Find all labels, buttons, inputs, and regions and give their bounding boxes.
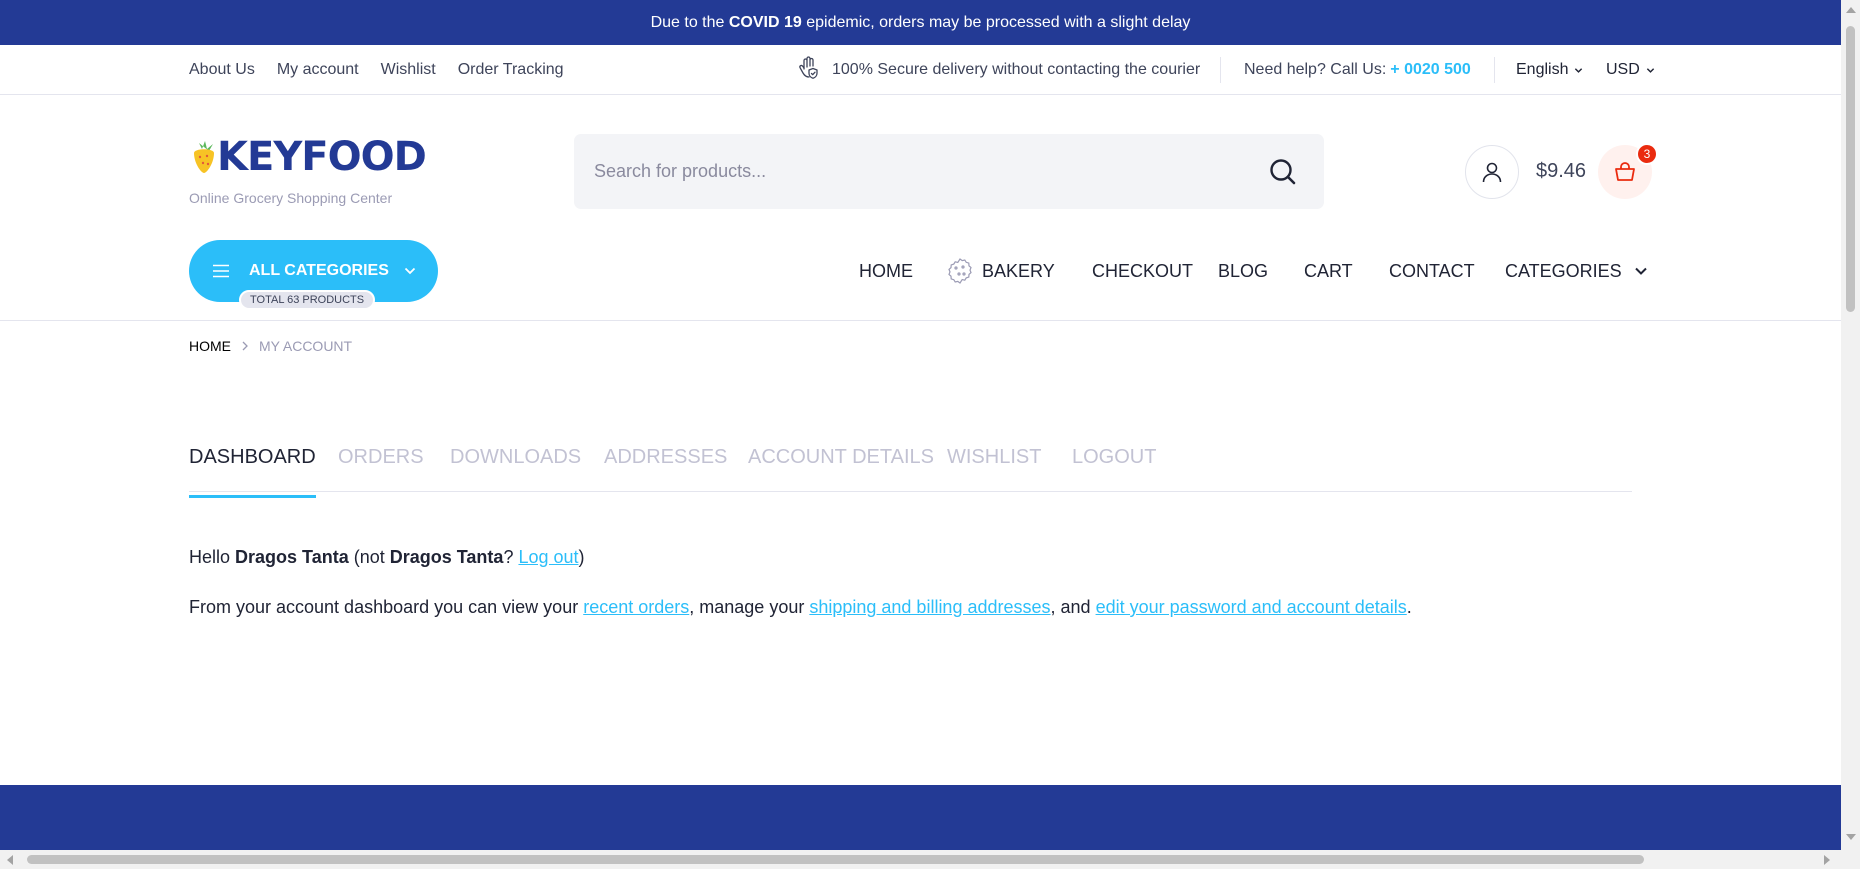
help-text: Need help? Call Us:: [1244, 61, 1387, 78]
scroll-up-arrow[interactable]: [1846, 7, 1856, 13]
all-categories-label: ALL CATEGORIES: [249, 262, 389, 279]
chevron-right-icon: [242, 341, 248, 351]
tab-orders[interactable]: ORDERS: [338, 446, 424, 498]
intro-end: .: [1406, 597, 1412, 617]
nav-bakery-label: BAKERY: [982, 260, 1055, 281]
nav-bakery[interactable]: BAKERY: [946, 250, 1055, 292]
cart-button[interactable]: 3: [1598, 143, 1658, 199]
logo-tagline: Online Grocery Shopping Center: [189, 190, 393, 206]
nav-contact[interactable]: CONTACT: [1389, 250, 1475, 292]
vertical-scroll-thumb[interactable]: [1846, 26, 1855, 312]
currency-value: USD: [1606, 61, 1640, 78]
strawberry-icon: [194, 141, 214, 173]
currency-select[interactable]: USD: [1606, 45, 1655, 95]
chevron-down-icon: [404, 267, 416, 275]
basket-icon: [1615, 162, 1635, 181]
user-icon: [1482, 162, 1502, 183]
header-divider: [0, 320, 1841, 321]
horizontal-scroll-thumb[interactable]: [27, 855, 1644, 864]
greeting-question: ?: [503, 547, 519, 567]
dashboard-content: Hello Dragos Tanta (not Dragos Tanta? Lo…: [189, 544, 1412, 620]
greeting-close: ): [578, 547, 585, 567]
divider: [1494, 57, 1495, 83]
total-products-badge: TOTAL 63 PRODUCTS: [239, 290, 376, 310]
search-input[interactable]: [594, 134, 1234, 209]
chevron-down-icon: [1646, 67, 1654, 73]
hamburger-icon: [213, 264, 229, 278]
addresses-link[interactable]: shipping and billing addresses: [809, 597, 1050, 617]
tab-addresses[interactable]: ADDRESSES: [604, 446, 727, 498]
link-order-tracking[interactable]: Order Tracking: [458, 61, 564, 79]
account-tabs: DASHBOARD ORDERS DOWNLOADS ADDRESSES ACC…: [189, 440, 1632, 498]
nav-categories-label: CATEGORIES: [1505, 260, 1622, 281]
horizontal-scrollbar[interactable]: [0, 850, 1860, 869]
greeting: Hello Dragos Tanta (not Dragos Tanta? Lo…: [189, 544, 1412, 570]
search-icon[interactable]: [1268, 157, 1298, 187]
intro-mid-2: , and: [1050, 597, 1096, 617]
chevron-down-icon: [1634, 267, 1647, 275]
header-top: About Us My account Wishlist Order Track…: [0, 45, 1841, 95]
announcement-highlight: COVID 19: [728, 13, 802, 31]
vertical-scrollbar[interactable]: [1841, 0, 1860, 850]
language-select[interactable]: English: [1516, 45, 1583, 95]
help-line: Need help? Call Us: + 0020 500: [1244, 45, 1471, 95]
page: Due to the COVID 19 epidemic, orders may…: [0, 0, 1860, 869]
scroll-down-arrow[interactable]: [1846, 834, 1856, 840]
nav-categories[interactable]: CATEGORIES: [1505, 250, 1656, 292]
footer-band: [0, 785, 1841, 850]
user-name-repeat: Dragos Tanta: [389, 547, 504, 567]
nav-blog[interactable]: BLOG: [1218, 250, 1268, 292]
dashboard-intro: From your account dashboard you can view…: [189, 594, 1412, 620]
help-phone[interactable]: + 0020 500: [1390, 61, 1471, 79]
divider: [1220, 57, 1221, 83]
tab-logout[interactable]: LOGOUT: [1072, 446, 1156, 498]
nav-checkout[interactable]: CHECKOUT: [1092, 250, 1193, 292]
tab-downloads[interactable]: DOWNLOADS: [450, 446, 581, 498]
all-categories-button[interactable]: ALL CATEGORIES TOTAL 63 PRODUCTS: [189, 240, 438, 310]
breadcrumb-current: MY ACCOUNT: [259, 338, 353, 354]
site-logo[interactable]: KEYFOOD Online Grocery Shopping Center: [189, 134, 427, 206]
breadcrumb: HOME MY ACCOUNT: [189, 336, 352, 356]
link-wishlist[interactable]: Wishlist: [381, 61, 436, 79]
search-bar: [574, 134, 1324, 209]
top-links: About Us My account Wishlist Order Track…: [189, 45, 564, 95]
logo-brand: KEYFOOD: [189, 134, 427, 180]
breadcrumb-home[interactable]: HOME: [189, 338, 231, 354]
scroll-left-arrow[interactable]: [7, 855, 13, 865]
greeting-hello: Hello: [189, 547, 236, 567]
intro-mid-1: , manage your: [689, 597, 810, 617]
link-my-account[interactable]: My account: [277, 61, 359, 79]
hand-shield-icon: [796, 55, 822, 86]
scroll-right-arrow[interactable]: [1824, 855, 1830, 865]
cart-count-badge: 3: [1636, 143, 1658, 165]
nav-home[interactable]: HOME: [859, 250, 913, 292]
logo-text: KEYFOOD: [217, 134, 427, 180]
intro-text: From your account dashboard you can view…: [189, 597, 584, 617]
greeting-not: (not: [348, 547, 390, 567]
announcement-suffix: epidemic, orders may be processed with a…: [801, 13, 1191, 31]
language-value: English: [1516, 61, 1569, 78]
link-about-us[interactable]: About Us: [189, 61, 255, 79]
announcement-prefix: Due to the: [650, 13, 729, 31]
logout-link[interactable]: Log out: [518, 547, 578, 567]
recent-orders-link[interactable]: recent orders: [583, 597, 689, 617]
announcement-bar: Due to the COVID 19 epidemic, orders may…: [0, 0, 1841, 45]
account-details-link[interactable]: edit your password and account details: [1096, 597, 1407, 617]
tab-dashboard[interactable]: DASHBOARD: [189, 446, 316, 498]
account-button[interactable]: [1465, 145, 1519, 199]
cart-total[interactable]: $9.46: [1536, 160, 1586, 183]
user-name: Dragos Tanta: [235, 547, 349, 567]
secure-delivery: 100% Secure delivery without contacting …: [796, 45, 1200, 95]
tab-wishlist[interactable]: WISHLIST: [947, 446, 1041, 498]
nav-cart[interactable]: CART: [1304, 250, 1353, 292]
tab-account-details[interactable]: ACCOUNT DETAILS: [748, 446, 934, 498]
chevron-down-icon: [1575, 67, 1583, 73]
secure-delivery-text: 100% Secure delivery without contacting …: [832, 61, 1201, 78]
cookie-icon: [948, 258, 972, 284]
